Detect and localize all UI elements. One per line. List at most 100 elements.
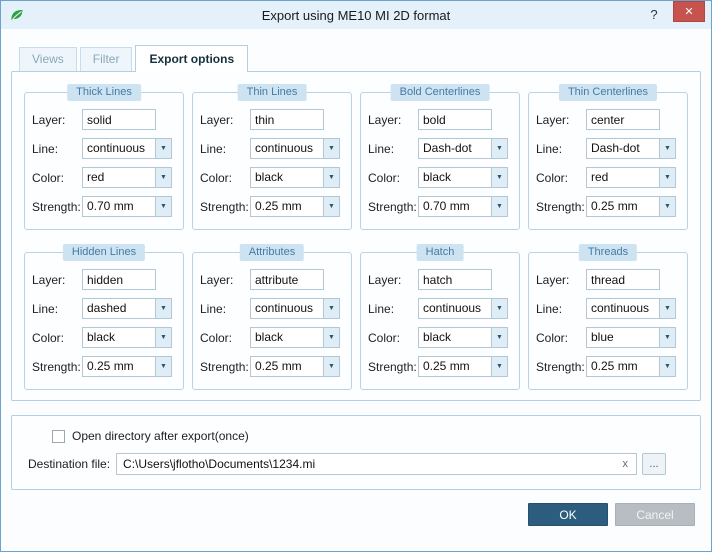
- line-dropdown[interactable]: continuous ▼: [82, 138, 172, 159]
- chevron-down-icon[interactable]: ▼: [659, 357, 675, 376]
- chevron-down-icon[interactable]: ▼: [323, 328, 339, 347]
- strength-row: Strength: 0.25 mm ▼: [200, 356, 344, 377]
- help-button[interactable]: ?: [645, 6, 663, 24]
- line-dropdown[interactable]: continuous ▼: [418, 298, 508, 319]
- layer-row: Layer:: [200, 109, 344, 130]
- layer-label: Layer:: [32, 272, 66, 287]
- chevron-down-icon[interactable]: ▼: [491, 168, 507, 187]
- tab-views[interactable]: Views: [19, 47, 77, 71]
- color-value: black: [423, 330, 452, 344]
- destination-row: Destination file: C:\Users\jflotho\Docum…: [28, 453, 666, 475]
- layer-input[interactable]: [82, 269, 156, 290]
- group-title: Attributes: [239, 244, 305, 261]
- destination-input[interactable]: C:\Users\jflotho\Documents\1234.mi x: [116, 453, 637, 475]
- chevron-down-icon[interactable]: ▼: [155, 197, 171, 216]
- layer-input[interactable]: [586, 269, 660, 290]
- strength-dropdown[interactable]: 0.25 mm ▼: [586, 356, 676, 377]
- color-row: Color: black ▼: [32, 327, 176, 348]
- strength-row: Strength: 0.25 mm ▼: [200, 196, 344, 217]
- chevron-down-icon[interactable]: ▼: [491, 197, 507, 216]
- chevron-down-icon[interactable]: ▼: [155, 357, 171, 376]
- chevron-down-icon[interactable]: ▼: [659, 168, 675, 187]
- strength-label: Strength:: [32, 199, 81, 214]
- color-dropdown[interactable]: black ▼: [418, 327, 508, 348]
- strength-value: 0.25 mm: [423, 359, 470, 373]
- browse-button[interactable]: ...: [642, 453, 666, 475]
- chevron-down-icon[interactable]: ▼: [155, 168, 171, 187]
- layer-row: Layer:: [368, 109, 512, 130]
- dialog-buttons: OK Cancel: [11, 503, 695, 526]
- line-dropdown[interactable]: Dash-dot ▼: [586, 138, 676, 159]
- chevron-down-icon[interactable]: ▼: [323, 197, 339, 216]
- color-dropdown[interactable]: blue ▼: [586, 327, 676, 348]
- line-dropdown[interactable]: continuous ▼: [586, 298, 676, 319]
- line-dropdown[interactable]: continuous ▼: [250, 298, 340, 319]
- strength-dropdown[interactable]: 0.25 mm ▼: [250, 196, 340, 217]
- cancel-button[interactable]: Cancel: [615, 503, 695, 526]
- chevron-down-icon[interactable]: ▼: [323, 168, 339, 187]
- export-dialog: Export using ME10 MI 2D format ? ✕ Views…: [0, 0, 712, 552]
- color-value: black: [87, 330, 116, 344]
- close-button[interactable]: ✕: [673, 1, 705, 22]
- chevron-down-icon[interactable]: ▼: [659, 299, 675, 318]
- strength-dropdown[interactable]: 0.25 mm ▼: [250, 356, 340, 377]
- chevron-down-icon[interactable]: ▼: [491, 328, 507, 347]
- layer-input[interactable]: [250, 109, 324, 130]
- strength-dropdown[interactable]: 0.25 mm ▼: [82, 356, 172, 377]
- color-row: Color: black ▼: [368, 327, 512, 348]
- color-value: black: [423, 170, 452, 184]
- chevron-down-icon[interactable]: ▼: [491, 357, 507, 376]
- line-dropdown[interactable]: continuous ▼: [250, 138, 340, 159]
- strength-label: Strength:: [368, 359, 417, 374]
- chevron-down-icon[interactable]: ▼: [155, 299, 171, 318]
- color-dropdown[interactable]: red ▼: [586, 167, 676, 188]
- color-dropdown[interactable]: black ▼: [418, 167, 508, 188]
- color-row: Color: blue ▼: [536, 327, 680, 348]
- layer-input[interactable]: [418, 269, 492, 290]
- strength-value: 0.25 mm: [255, 359, 302, 373]
- strength-dropdown[interactable]: 0.70 mm ▼: [82, 196, 172, 217]
- line-value: dashed: [87, 301, 127, 315]
- line-value: continuous: [423, 301, 482, 315]
- tab-filter[interactable]: Filter: [79, 47, 133, 71]
- color-dropdown[interactable]: black ▼: [250, 327, 340, 348]
- tab-export-options[interactable]: Export options: [135, 45, 249, 72]
- chevron-down-icon[interactable]: ▼: [323, 299, 339, 318]
- color-label: Color:: [368, 170, 401, 185]
- color-dropdown[interactable]: black ▼: [250, 167, 340, 188]
- strength-dropdown[interactable]: 0.25 mm ▼: [586, 196, 676, 217]
- destination-label: Destination file:: [28, 457, 111, 471]
- line-label: Line:: [536, 301, 563, 316]
- line-row: Line: Dash-dot ▼: [536, 138, 680, 159]
- open-directory-checkbox[interactable]: [52, 429, 65, 443]
- layer-input[interactable]: [250, 269, 324, 290]
- chevron-down-icon[interactable]: ▼: [323, 357, 339, 376]
- color-row: Color: red ▼: [32, 167, 176, 188]
- clear-input-icon[interactable]: x: [621, 458, 631, 470]
- group-thin-centerlines: Thin Centerlines Layer: Line: Dash-dot ▼…: [528, 84, 688, 230]
- chevron-down-icon[interactable]: ▼: [491, 299, 507, 318]
- strength-value: 0.70 mm: [87, 199, 134, 213]
- chevron-down-icon[interactable]: ▼: [155, 328, 171, 347]
- ok-button[interactable]: OK: [528, 503, 608, 526]
- strength-dropdown[interactable]: 0.25 mm ▼: [418, 356, 508, 377]
- destination-value: C:\Users\jflotho\Documents\1234.mi: [123, 457, 316, 471]
- layer-input[interactable]: [82, 109, 156, 130]
- color-dropdown[interactable]: black ▼: [82, 327, 172, 348]
- strength-dropdown[interactable]: 0.70 mm ▼: [418, 196, 508, 217]
- strength-label: Strength:: [368, 199, 417, 214]
- chevron-down-icon[interactable]: ▼: [155, 139, 171, 158]
- layer-input[interactable]: [418, 109, 492, 130]
- line-row: Line: continuous ▼: [368, 298, 512, 319]
- line-dropdown[interactable]: Dash-dot ▼: [418, 138, 508, 159]
- chevron-down-icon[interactable]: ▼: [659, 328, 675, 347]
- line-dropdown[interactable]: dashed ▼: [82, 298, 172, 319]
- chevron-down-icon[interactable]: ▼: [491, 139, 507, 158]
- group-bold-centerlines: Bold Centerlines Layer: Line: Dash-dot ▼…: [360, 84, 520, 230]
- chevron-down-icon[interactable]: ▼: [323, 139, 339, 158]
- chevron-down-icon[interactable]: ▼: [659, 197, 675, 216]
- layer-input[interactable]: [586, 109, 660, 130]
- chevron-down-icon[interactable]: ▼: [659, 139, 675, 158]
- strength-row: Strength: 0.25 mm ▼: [536, 356, 680, 377]
- color-dropdown[interactable]: red ▼: [82, 167, 172, 188]
